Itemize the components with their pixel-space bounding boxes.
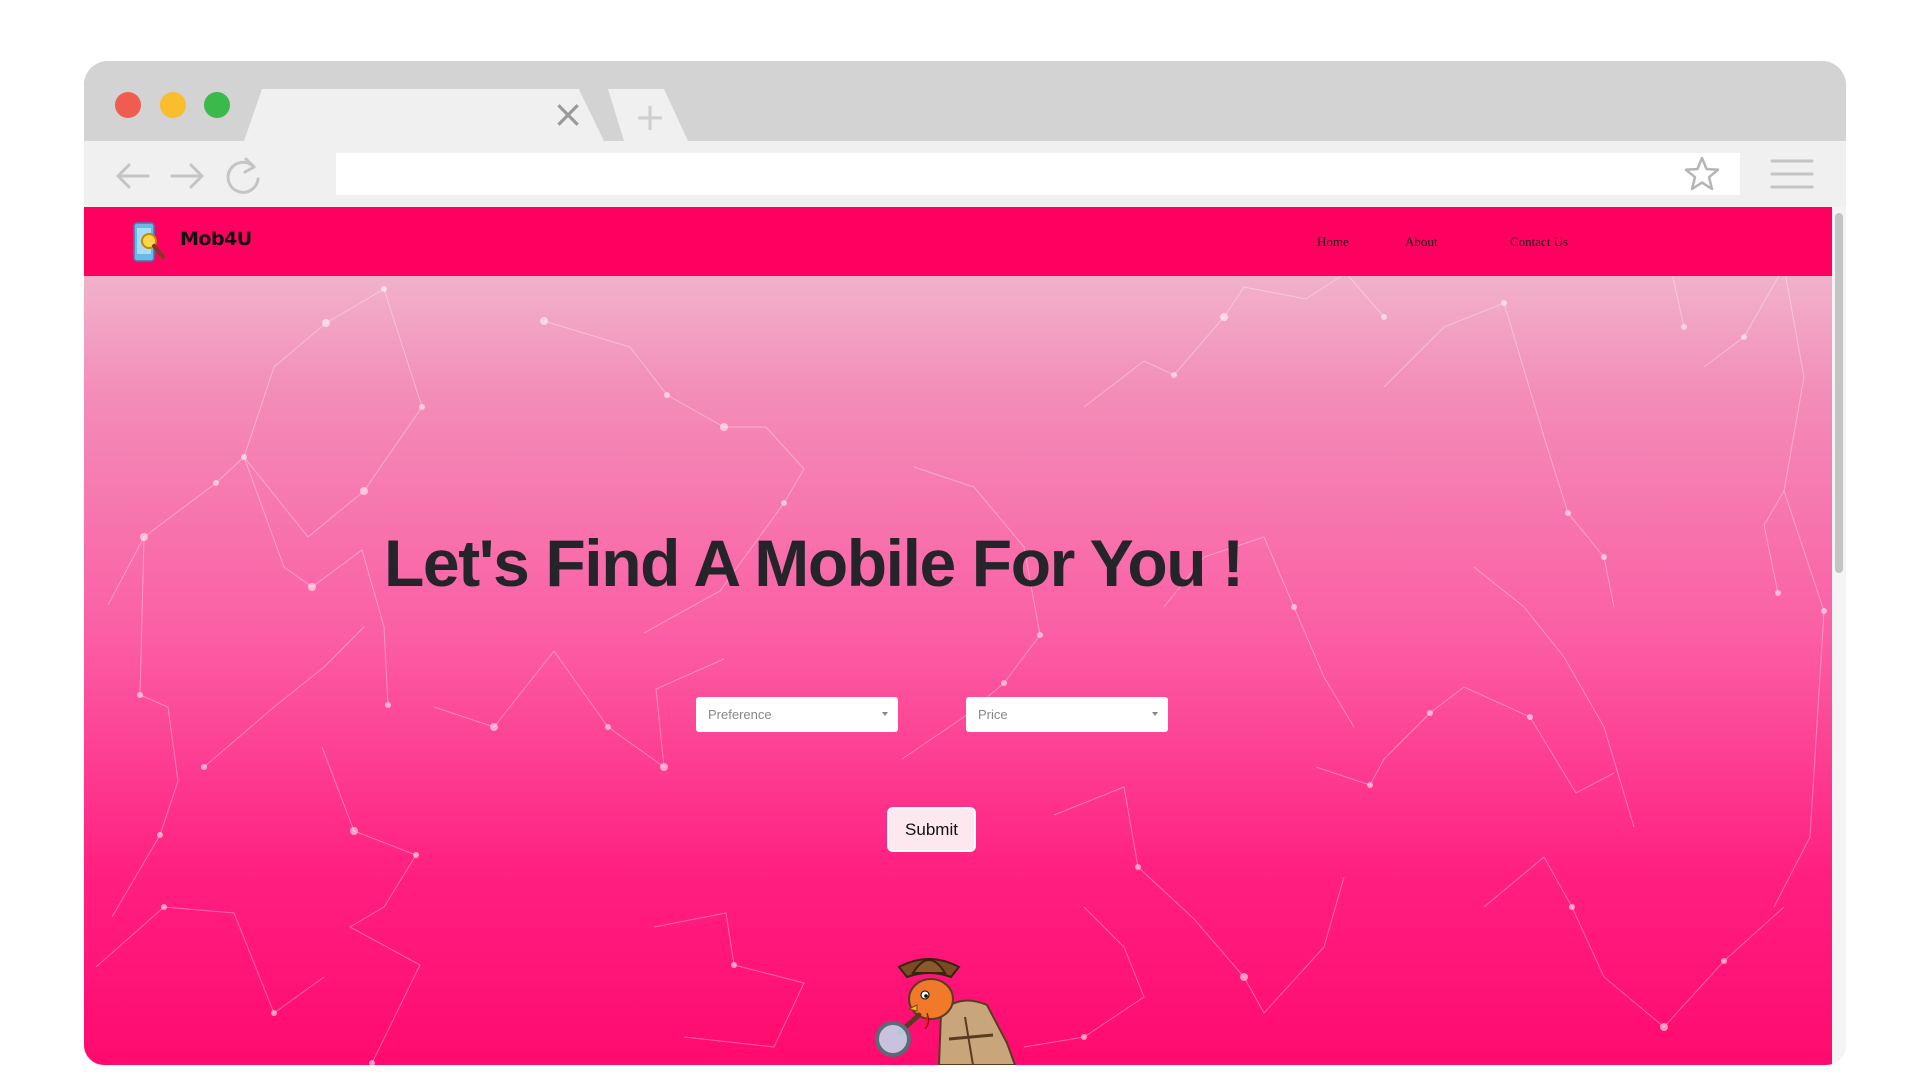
price-select[interactable]: Price <box>966 697 1168 732</box>
network-background <box>95 236 1827 1065</box>
plus-icon[interactable]: + <box>630 97 670 137</box>
address-bar[interactable] <box>336 153 1740 195</box>
hero-headline: Let's Find A Mobile For You ! <box>384 526 1244 600</box>
detective-mascot <box>875 958 1017 1065</box>
browser-titlebar: × + <box>84 61 1846 141</box>
close-window-button[interactable] <box>115 92 141 118</box>
nav-link-contact[interactable]: Contact Us <box>1510 234 1568 250</box>
submit-button[interactable]: Submit <box>887 807 976 852</box>
arrow-right-icon[interactable] <box>164 153 210 199</box>
site-navbar: Mob4U Home About Contact Us <box>84 207 1832 276</box>
arrow-left-icon[interactable] <box>110 153 156 199</box>
price-select-placeholder: Price <box>978 707 1008 722</box>
brand-name[interactable]: Mob4U <box>180 228 252 250</box>
scrollbar-thumb[interactable] <box>1835 213 1843 573</box>
preference-select-placeholder: Preference <box>708 707 772 722</box>
page-viewport: Mob4U Home About Contact Us Let's Find A… <box>84 207 1832 1065</box>
browser-window: × + Mob4U Home About Contact Us Let's Fi… <box>84 61 1846 1065</box>
browser-tab[interactable] <box>244 89 604 141</box>
hamburger-menu-icon[interactable] <box>1770 157 1814 191</box>
chevron-down-icon <box>1152 712 1158 716</box>
tab-close-icon[interactable]: × <box>552 95 584 133</box>
minimize-window-button[interactable] <box>160 92 186 118</box>
reload-icon[interactable] <box>220 153 266 199</box>
nav-link-home[interactable]: Home <box>1317 234 1349 250</box>
browser-toolbar <box>84 141 1846 207</box>
preference-select[interactable]: Preference <box>696 697 898 732</box>
scrollbar[interactable] <box>1832 207 1846 1065</box>
chevron-down-icon <box>882 712 888 716</box>
nav-link-about[interactable]: About <box>1405 234 1438 250</box>
phone-magnifier-logo[interactable] <box>132 221 166 263</box>
maximize-window-button[interactable] <box>204 92 230 118</box>
star-icon[interactable] <box>1682 154 1722 194</box>
